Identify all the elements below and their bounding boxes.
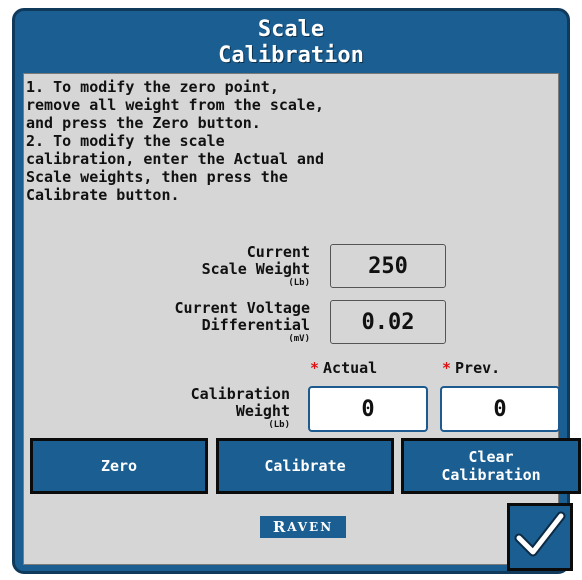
checkmark-icon bbox=[513, 508, 567, 566]
logo-text-rest: AVEN bbox=[287, 520, 334, 534]
prev-weight-input[interactable]: 0 bbox=[440, 386, 560, 432]
current-voltage-readout: 0.02 bbox=[330, 300, 446, 344]
required-marker: * bbox=[442, 359, 452, 377]
clear-calibration-label: Clear Calibration bbox=[441, 448, 540, 484]
current-voltage-label-line2: Differential bbox=[201, 316, 310, 334]
zero-button[interactable]: Zero bbox=[30, 438, 208, 494]
calibration-weight-label-line1: Calibration bbox=[190, 385, 290, 403]
current-voltage-label: Current Voltage Differential (mV) bbox=[72, 299, 310, 345]
clear-calibration-line2: Calibration bbox=[441, 466, 541, 484]
instructions-text: 1. To modify the zero point, remove all … bbox=[26, 78, 325, 204]
actual-column-header: * Actual bbox=[310, 359, 377, 377]
required-marker: * bbox=[310, 359, 320, 377]
confirm-button[interactable] bbox=[507, 503, 573, 571]
current-scale-weight-readout: 250 bbox=[330, 244, 446, 288]
calibration-weight-unit: (Lb) bbox=[268, 420, 290, 430]
clear-calibration-button[interactable]: Clear Calibration bbox=[401, 438, 581, 494]
actual-weight-input[interactable]: 0 bbox=[308, 386, 428, 432]
raven-logo: R AVEN bbox=[260, 516, 346, 538]
prev-column-header: * Prev. bbox=[442, 359, 500, 377]
calibration-weight-label-line2: Weight bbox=[235, 402, 290, 420]
current-voltage-label-line1: Current Voltage bbox=[174, 299, 310, 317]
current-scale-weight-label: Current Scale Weight (Lb) bbox=[112, 243, 310, 289]
current-scale-weight-label-line1: Current bbox=[246, 243, 310, 261]
calibration-weight-label: Calibration Weight (Lb) bbox=[104, 385, 290, 431]
calibrate-button[interactable]: Calibrate bbox=[216, 438, 394, 494]
prev-header-text: Prev. bbox=[455, 359, 501, 377]
actual-header-text: Actual bbox=[323, 359, 378, 377]
clear-calibration-line1: Clear bbox=[468, 448, 514, 466]
current-scale-weight-unit: (Lb) bbox=[288, 278, 310, 288]
current-scale-weight-label-line2: Scale Weight bbox=[201, 260, 310, 278]
content-panel: 1. To modify the zero point, remove all … bbox=[23, 73, 581, 565]
logo-text-first: R bbox=[272, 518, 288, 536]
scale-calibration-dialog: Scale Calibration 1. To modify the zero … bbox=[12, 8, 581, 574]
dialog-title-line2: Calibration bbox=[218, 43, 364, 68]
dialog-title: Scale Calibration bbox=[15, 17, 567, 69]
current-voltage-unit: (mV) bbox=[288, 334, 310, 344]
dialog-title-line1: Scale bbox=[257, 17, 325, 42]
